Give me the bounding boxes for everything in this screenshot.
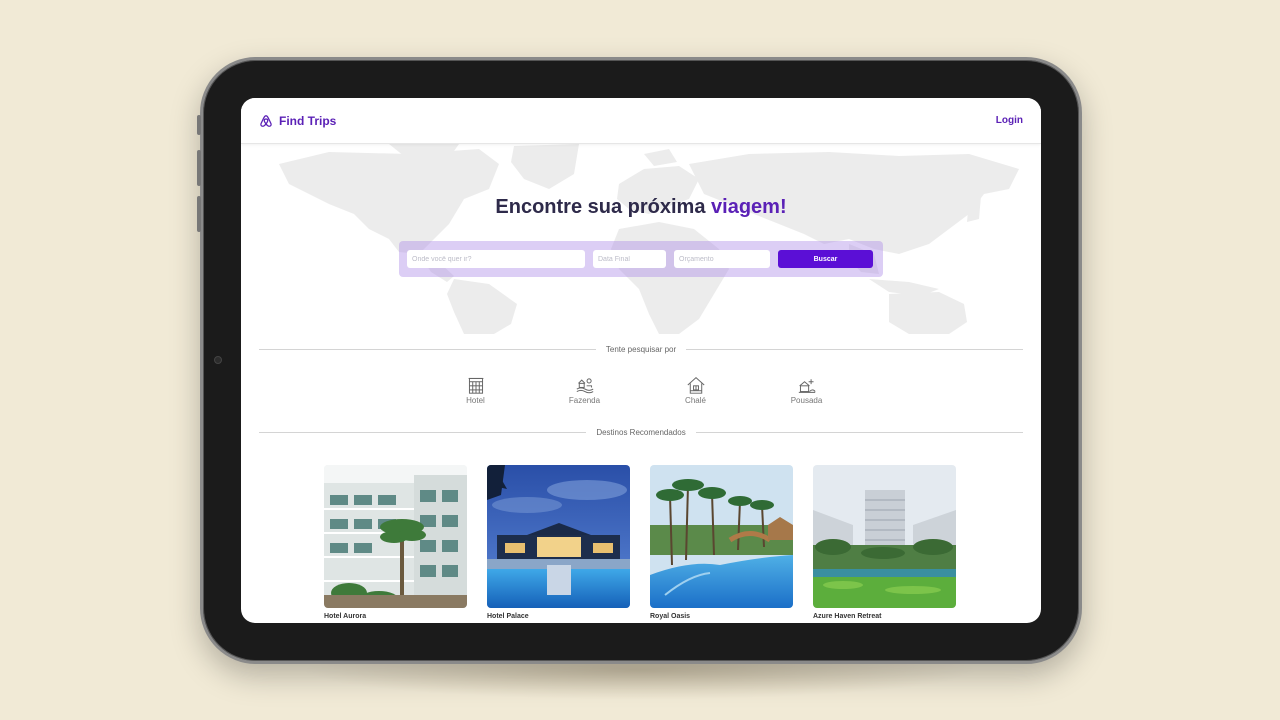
destinations-divider: Destinos Recomendados (259, 428, 1024, 437)
tablet-side-button (197, 115, 201, 135)
end-date-input[interactable] (593, 250, 666, 268)
budget-input[interactable] (674, 250, 770, 268)
app-screen: Find Trips Login Encontre sua próxima vi… (241, 98, 1041, 623)
hero-section: Encontre sua próxima viagem! Buscar (249, 144, 1033, 334)
destination-card[interactable]: Hotel Palace (487, 465, 630, 620)
destination-image (813, 465, 956, 608)
divider-line (259, 432, 587, 433)
azure-haven-photo (813, 465, 956, 608)
destination-cards: Hotel Aurora Hotel Palace Royal Oasis Az… (324, 465, 956, 620)
hotel-palace-photo (487, 465, 630, 608)
search-button[interactable]: Buscar (778, 250, 873, 268)
destination-card[interactable]: Royal Oasis (650, 465, 793, 620)
category-label: Hotel (466, 396, 485, 405)
brand-name: Find Trips (279, 113, 337, 128)
destination-card[interactable]: Hotel Aurora (324, 465, 467, 620)
hero-title-main: Encontre sua próxima (495, 196, 712, 218)
navbar: Find Trips Login (241, 98, 1041, 144)
category-inn[interactable]: Pousada (751, 376, 862, 405)
destination-image (487, 465, 630, 608)
divider-line (259, 349, 596, 350)
hero-title: Encontre sua próxima viagem! (249, 196, 1033, 219)
hotel-icon (468, 377, 483, 394)
chalet-icon (686, 376, 705, 394)
divider-line (686, 349, 1024, 350)
tablet-side-button (197, 196, 201, 232)
royal-oasis-photo (650, 465, 793, 608)
categories-divider: Tente pesquisar por (259, 345, 1024, 354)
destination-card[interactable]: Azure Haven Retreat (813, 465, 956, 620)
destination-name: Hotel Palace (487, 613, 529, 620)
hero-title-accent: viagem! (711, 196, 787, 218)
destination-name: Royal Oasis (650, 613, 691, 620)
search-bar: Buscar (399, 241, 883, 277)
destination-name: Hotel Aurora (324, 613, 367, 620)
login-link[interactable]: Login (996, 115, 1023, 126)
tablet-side-button (197, 150, 201, 186)
destination-name: Azure Haven Retreat (813, 613, 882, 620)
category-chalet[interactable]: Chalé (640, 376, 751, 405)
inn-icon (798, 379, 816, 393)
category-label: Fazenda (568, 396, 601, 405)
category-label: Chalé (685, 396, 706, 405)
destination-input[interactable] (407, 250, 585, 268)
farm-icon (576, 378, 593, 394)
destination-image (650, 465, 793, 608)
destinations-heading: Destinos Recomendados (596, 428, 686, 437)
brand-logo[interactable]: Find Trips (259, 114, 336, 128)
world-map-background (279, 144, 1019, 334)
category-farm[interactable]: Fazenda (529, 376, 640, 405)
categories-heading: Tente pesquisar por (605, 345, 677, 354)
camera-icon (214, 356, 222, 364)
category-list: Hotel Fazenda Chalé Pousada (241, 376, 1041, 405)
category-label: Pousada (790, 396, 823, 405)
hotel-aurora-photo (324, 465, 467, 608)
airbnb-logo-icon (260, 114, 272, 127)
category-hotel[interactable]: Hotel (420, 376, 531, 405)
divider-line (695, 432, 1024, 433)
destination-image (324, 465, 467, 608)
